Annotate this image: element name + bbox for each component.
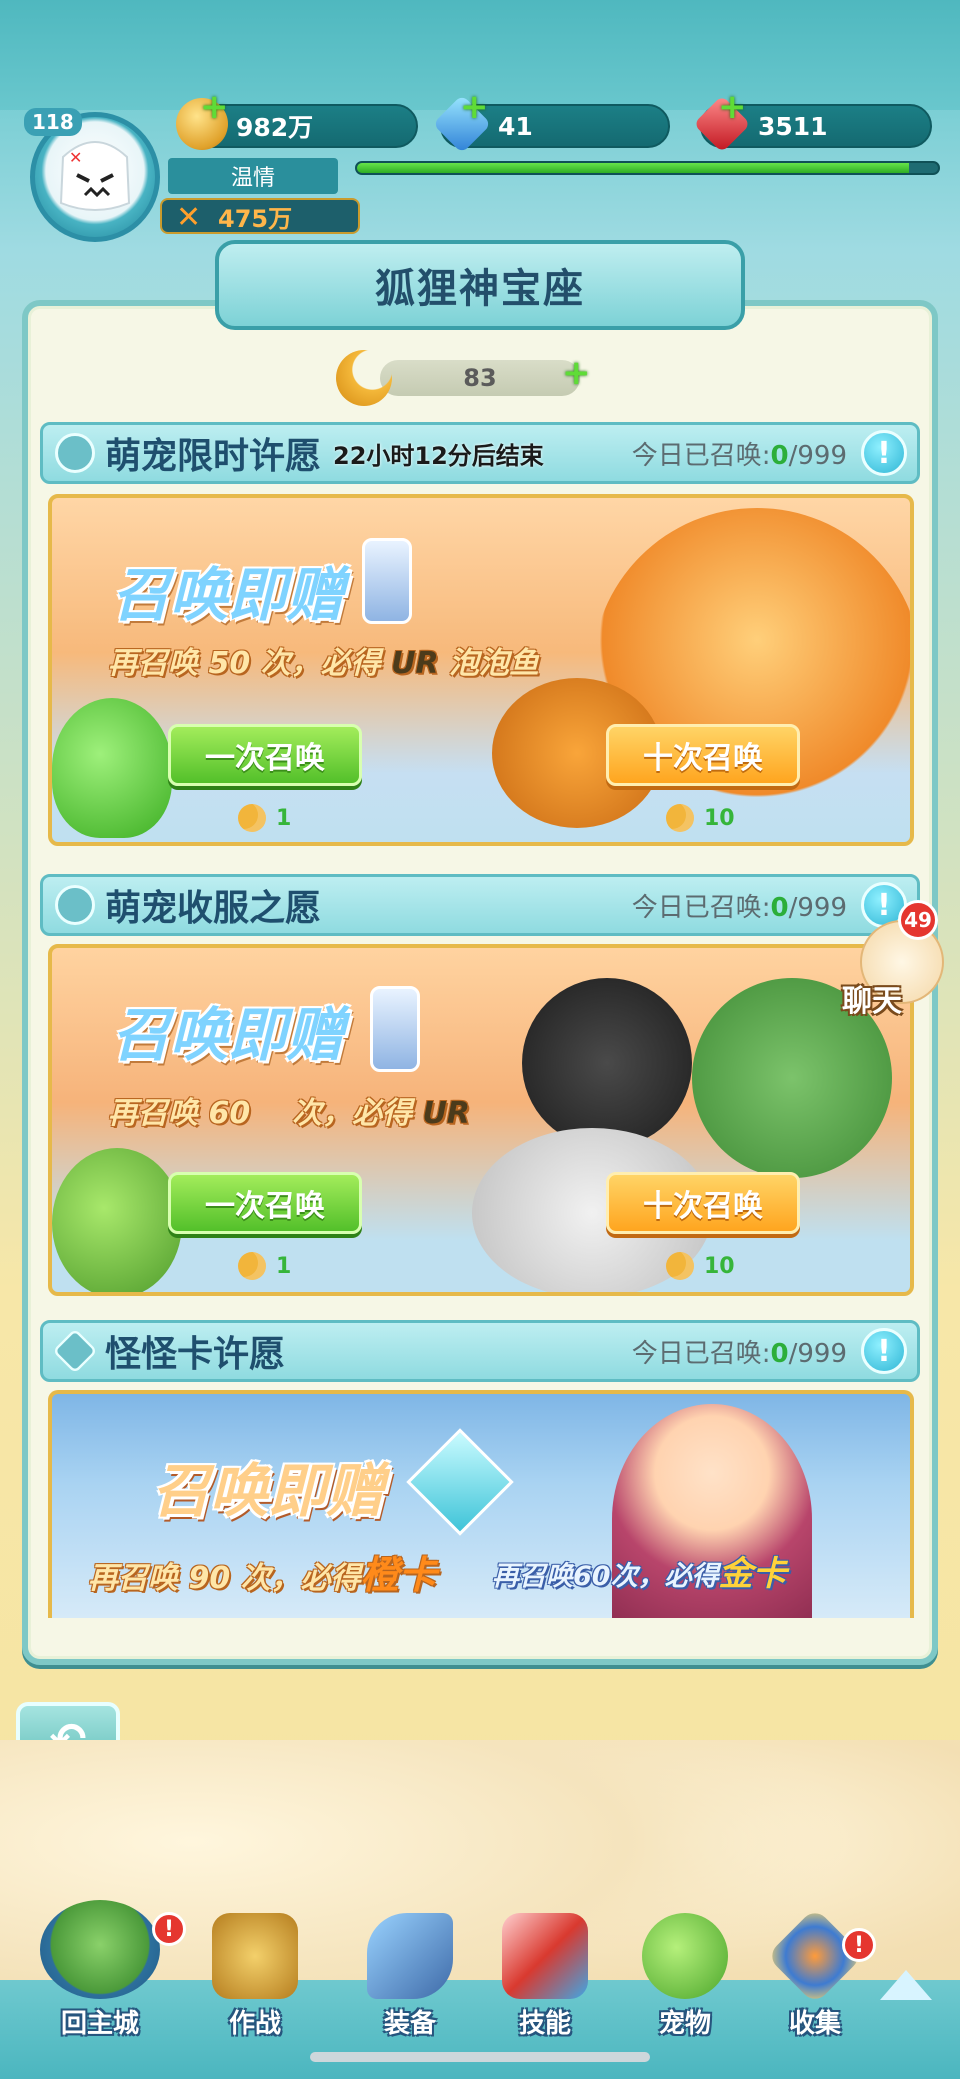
- panel-title: 狐狸神宝座: [215, 240, 745, 330]
- nav-collection[interactable]: 收集 !: [750, 1900, 880, 2040]
- player-level: 118: [24, 108, 82, 136]
- section-header-card-wish: 怪怪卡许愿 今日已召唤:0/999 !: [40, 1320, 920, 1382]
- nav-skills[interactable]: 技能: [480, 1900, 610, 2040]
- moon-icon: [238, 1252, 266, 1280]
- chat-unread-badge: 49: [898, 900, 938, 940]
- promo-subtitle: 再召唤 90 次，必得橙卡: [88, 1553, 437, 1597]
- cannon-equip-icon: [367, 1913, 453, 1999]
- spellbook-skill-icon: [502, 1913, 588, 1999]
- potion-bottle-icon: [362, 538, 412, 624]
- event-timer: 22小时12分后结束: [333, 441, 544, 470]
- crossed-swords-icon: ✕: [176, 200, 202, 235]
- nav-main-city[interactable]: 回主城 !: [30, 1900, 186, 2040]
- info-button[interactable]: !: [861, 1328, 907, 1374]
- single-summon-button[interactable]: 一次召唤: [168, 1172, 362, 1234]
- svg-text:✕: ✕: [69, 148, 82, 167]
- exp-progress-fill: [357, 163, 909, 173]
- ten-summon-button[interactable]: 十次召唤: [606, 1172, 800, 1234]
- ten-summon-button[interactable]: 十次召唤: [606, 724, 800, 786]
- ten-summon-cost: 10: [666, 1252, 735, 1280]
- nav-battle[interactable]: 作战: [190, 1900, 320, 2040]
- ten-summon-cost: 10: [666, 804, 735, 832]
- banner-card-wish: 召唤即赠 再召唤 90 次，必得橙卡 再召唤60次，必得金卡: [48, 1390, 914, 1618]
- chat-label: 聊天: [842, 984, 902, 1019]
- single-summon-button[interactable]: 一次召唤: [168, 724, 362, 786]
- add-moon-plus-icon[interactable]: +: [562, 356, 591, 390]
- nav-expand-arrow-icon[interactable]: [880, 1970, 932, 2000]
- promo-subtitle: 再召唤 60 次，必得 UR: [108, 1096, 470, 1131]
- banner-limited-wish: 召唤即赠 再召唤 50 次，必得 UR 泡泡鱼 一次召唤 十次召唤 1 10: [48, 494, 914, 846]
- promo-title: 召唤即赠: [152, 1457, 385, 1525]
- nav-pets[interactable]: 宠物: [620, 1900, 750, 2040]
- card-diamond-icon: [52, 1328, 98, 1374]
- promo-title: 召唤即赠: [112, 561, 345, 629]
- single-summon-cost: 1: [238, 804, 291, 832]
- promo-title: 召唤即赠: [112, 1001, 345, 1069]
- section-header-capture-wish: 萌宠收服之愿 今日已召唤:0/999 !: [40, 874, 920, 936]
- add-diamond-plus-icon[interactable]: +: [460, 90, 489, 124]
- totem-battle-icon: [212, 1913, 298, 1999]
- section-title: 萌宠收服之愿: [105, 888, 322, 929]
- nav-label: 回主城: [60, 2009, 139, 2039]
- moon-currency-count: 83: [380, 360, 580, 396]
- mushroom-icon: [55, 433, 95, 473]
- single-summon-cost: 1: [238, 1252, 291, 1280]
- nav-label: 装备: [383, 2009, 436, 2039]
- ruby-value: 3511: [758, 111, 828, 141]
- daily-summon-count: 今日已召唤:0/999: [631, 892, 847, 923]
- promo-subtitle: 再召唤 50 次，必得 UR 泡泡鱼: [108, 646, 540, 681]
- home-indicator: [310, 2052, 650, 2062]
- player-name: 温情: [168, 158, 338, 194]
- nav-alert-badge: !: [152, 1912, 186, 1946]
- nav-equipment[interactable]: 装备: [345, 1900, 475, 2040]
- castle-island-icon: [40, 1900, 160, 1999]
- add-gold-plus-icon[interactable]: +: [200, 90, 229, 124]
- combat-power-value: 475万: [218, 204, 293, 233]
- gold-value: 982万: [236, 113, 314, 142]
- black-knight-pet-art: [522, 978, 692, 1148]
- nav-label: 作战: [228, 2009, 281, 2039]
- diamond-value: 41: [498, 111, 533, 141]
- nav-label: 宠物: [658, 2009, 711, 2039]
- slime-pet-icon: [642, 1913, 728, 1999]
- green-slime-art: [52, 698, 172, 838]
- banner-capture-wish: 召唤即赠 再召唤 60 次，必得 UR 一次召唤 十次召唤 1 10: [48, 944, 914, 1296]
- section-header-limited-wish: 萌宠限时许愿 22小时12分后结束 今日已召唤:0/999 !: [40, 422, 920, 484]
- daily-summon-count: 今日已召唤:0/999: [631, 440, 847, 471]
- crescent-moon-icon: [336, 350, 392, 406]
- exp-progress-bar: [355, 161, 940, 175]
- green-bag-art: [52, 1148, 182, 1292]
- crystal-icon: [406, 1428, 514, 1536]
- potion-bottle-icon: [370, 986, 420, 1072]
- info-button[interactable]: !: [861, 430, 907, 476]
- moon-icon: [666, 804, 694, 832]
- nav-label: 收集: [788, 2009, 841, 2039]
- nav-alert-badge: !: [842, 1928, 876, 1962]
- nav-label: 技能: [518, 2009, 571, 2039]
- moon-icon: [666, 1252, 694, 1280]
- section-title: 萌宠限时许愿: [105, 436, 322, 477]
- section-title: 怪怪卡许愿: [105, 1334, 286, 1375]
- add-ruby-plus-icon[interactable]: +: [718, 90, 747, 124]
- mushroom-icon: [55, 885, 95, 925]
- daily-summon-count: 今日已召唤:0/999: [631, 1338, 847, 1369]
- chat-button[interactable]: 49 聊天: [820, 900, 944, 1020]
- promo-subtitle-secondary: 再召唤60次，必得金卡: [492, 1554, 787, 1594]
- moon-icon: [238, 804, 266, 832]
